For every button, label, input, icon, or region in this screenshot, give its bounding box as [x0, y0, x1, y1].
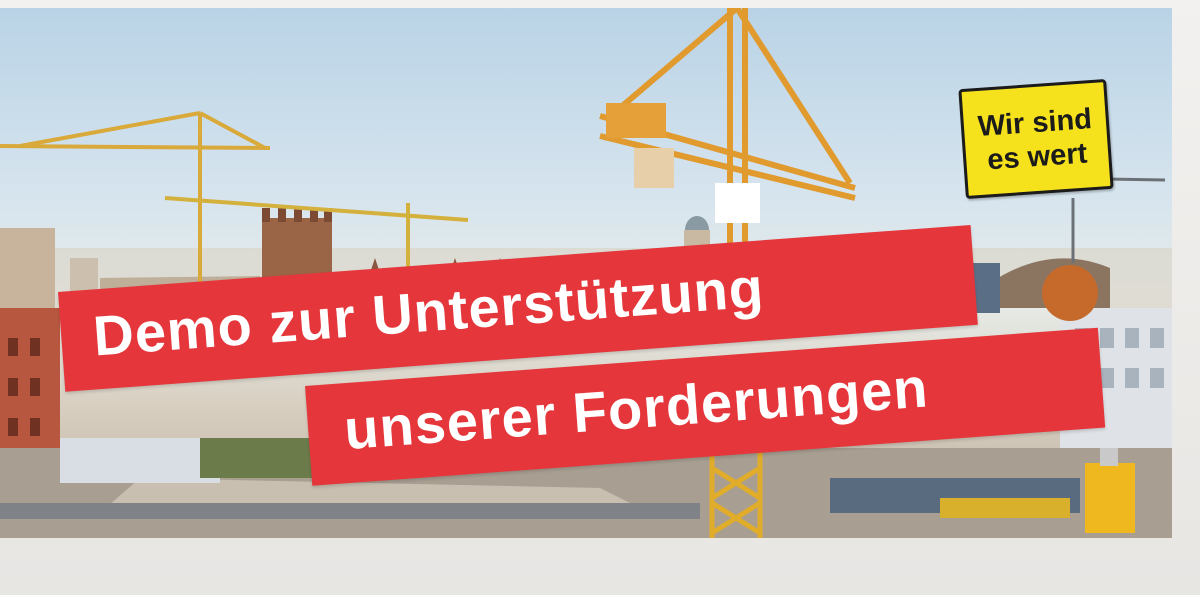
printed-flyer: Demo zur Unterstützung unserer Forderung…: [0, 0, 1200, 595]
slogan-line-2: es wert: [986, 137, 1089, 177]
slogan-sign: Wir sind es wert: [958, 78, 1114, 200]
